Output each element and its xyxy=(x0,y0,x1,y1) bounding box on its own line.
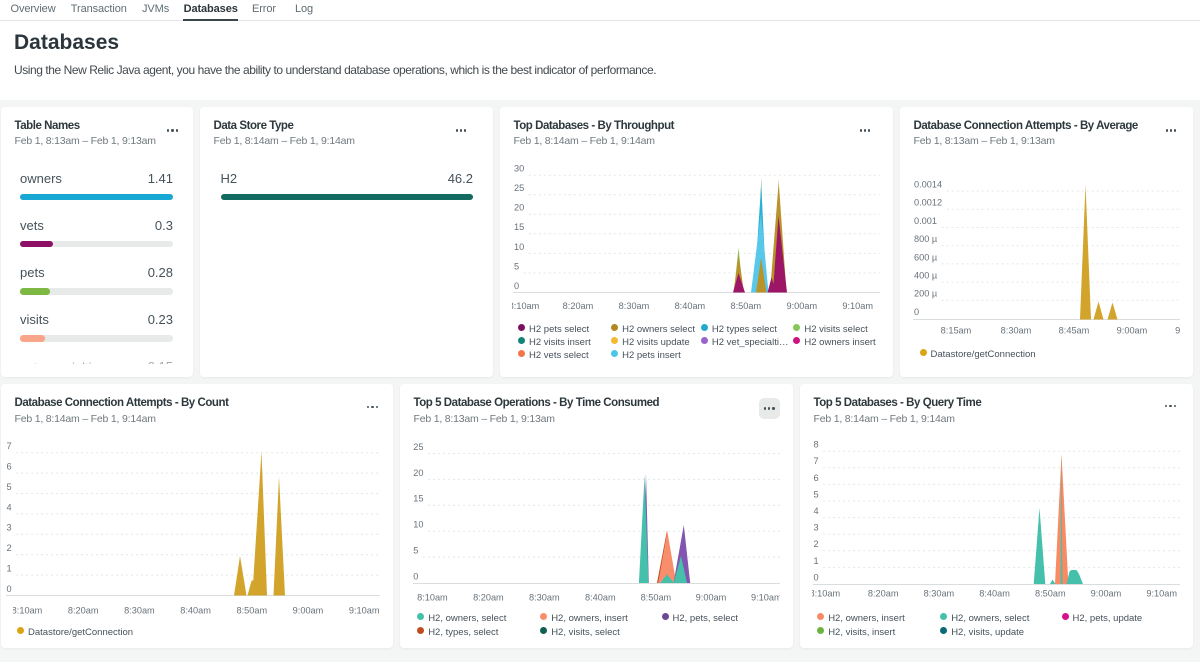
svg-text:8:50am: 8:50am xyxy=(236,605,267,615)
svg-text:8:40am: 8:40am xyxy=(979,589,1010,599)
svg-text:8:45am: 8:45am xyxy=(1059,325,1090,335)
svg-text:8:10am: 8:10am xyxy=(12,605,43,615)
svg-text:2: 2 xyxy=(814,539,819,549)
svg-text:9:10am: 9:10am xyxy=(842,300,873,310)
svg-text:0: 0 xyxy=(814,572,819,582)
svg-text:1: 1 xyxy=(7,564,12,574)
svg-text:15: 15 xyxy=(514,222,524,232)
svg-text:9:00am: 9:00am xyxy=(696,592,727,602)
svg-text:20: 20 xyxy=(514,202,524,212)
svg-text:8:30am: 8:30am xyxy=(1001,325,1032,335)
svg-text:4: 4 xyxy=(7,502,12,512)
svg-text:3: 3 xyxy=(7,523,12,533)
svg-text:0: 0 xyxy=(514,280,519,290)
svg-text:8:50am: 8:50am xyxy=(730,300,761,310)
svg-text:25: 25 xyxy=(413,442,423,452)
svg-text:8:10am: 8:10am xyxy=(809,589,840,599)
svg-text:9:00am: 9:00am xyxy=(1091,589,1122,599)
svg-text:8:40am: 8:40am xyxy=(585,592,616,602)
svg-text:0: 0 xyxy=(413,571,418,581)
svg-text:8:30am: 8:30am xyxy=(924,589,955,599)
svg-text:8: 8 xyxy=(814,440,819,450)
svg-text:25: 25 xyxy=(514,183,524,193)
svg-text:8:20am: 8:20am xyxy=(68,605,99,615)
svg-text:8:30am: 8:30am xyxy=(619,300,650,310)
svg-text:8:20am: 8:20am xyxy=(563,300,594,310)
svg-text:7: 7 xyxy=(814,456,819,466)
svg-text:8:30am: 8:30am xyxy=(529,592,560,602)
svg-text:5: 5 xyxy=(514,261,519,271)
svg-text:1: 1 xyxy=(814,556,819,566)
svg-text:200 µ: 200 µ xyxy=(914,288,938,298)
svg-text:20: 20 xyxy=(413,468,423,478)
svg-text:6: 6 xyxy=(7,462,12,472)
svg-text:3: 3 xyxy=(814,523,819,533)
svg-text:9:10am: 9:10am xyxy=(751,592,780,602)
svg-text:8:40am: 8:40am xyxy=(675,300,706,310)
svg-text:10: 10 xyxy=(413,520,423,530)
svg-text:9:00am: 9:00am xyxy=(1117,325,1148,335)
svg-text:9:00am: 9:00am xyxy=(293,605,324,615)
svg-text:5: 5 xyxy=(7,482,12,492)
svg-text:9:15am: 9:15am xyxy=(1175,325,1180,335)
svg-text:6: 6 xyxy=(814,473,819,483)
svg-text:0.0012: 0.0012 xyxy=(914,197,942,207)
svg-text:8:50am: 8:50am xyxy=(1035,589,1066,599)
svg-text:8:30am: 8:30am xyxy=(124,605,155,615)
svg-text:600 µ: 600 µ xyxy=(914,252,938,262)
svg-text:10: 10 xyxy=(514,241,524,251)
svg-text:5: 5 xyxy=(413,546,418,556)
svg-text:9:00am: 9:00am xyxy=(786,300,817,310)
svg-text:0: 0 xyxy=(914,306,919,316)
svg-text:7: 7 xyxy=(7,441,12,451)
svg-text:30: 30 xyxy=(514,163,524,173)
svg-text:8:10am: 8:10am xyxy=(509,300,540,310)
svg-text:9:10am: 9:10am xyxy=(349,605,380,615)
svg-text:400 µ: 400 µ xyxy=(914,270,938,280)
svg-text:800 µ: 800 µ xyxy=(914,234,938,244)
svg-text:8:50am: 8:50am xyxy=(641,592,672,602)
svg-text:0: 0 xyxy=(7,584,12,594)
svg-text:8:20am: 8:20am xyxy=(473,592,504,602)
svg-text:4: 4 xyxy=(814,506,819,516)
svg-text:8:40am: 8:40am xyxy=(180,605,211,615)
svg-text:8:10am: 8:10am xyxy=(417,592,448,602)
svg-text:0.001: 0.001 xyxy=(914,215,937,225)
svg-text:15: 15 xyxy=(413,494,423,504)
svg-text:8:15am: 8:15am xyxy=(941,325,972,335)
svg-text:2: 2 xyxy=(7,543,12,553)
svg-text:8:20am: 8:20am xyxy=(868,589,899,599)
svg-text:9:10am: 9:10am xyxy=(1146,589,1177,599)
svg-text:5: 5 xyxy=(814,489,819,499)
svg-text:0.0014: 0.0014 xyxy=(914,179,942,189)
